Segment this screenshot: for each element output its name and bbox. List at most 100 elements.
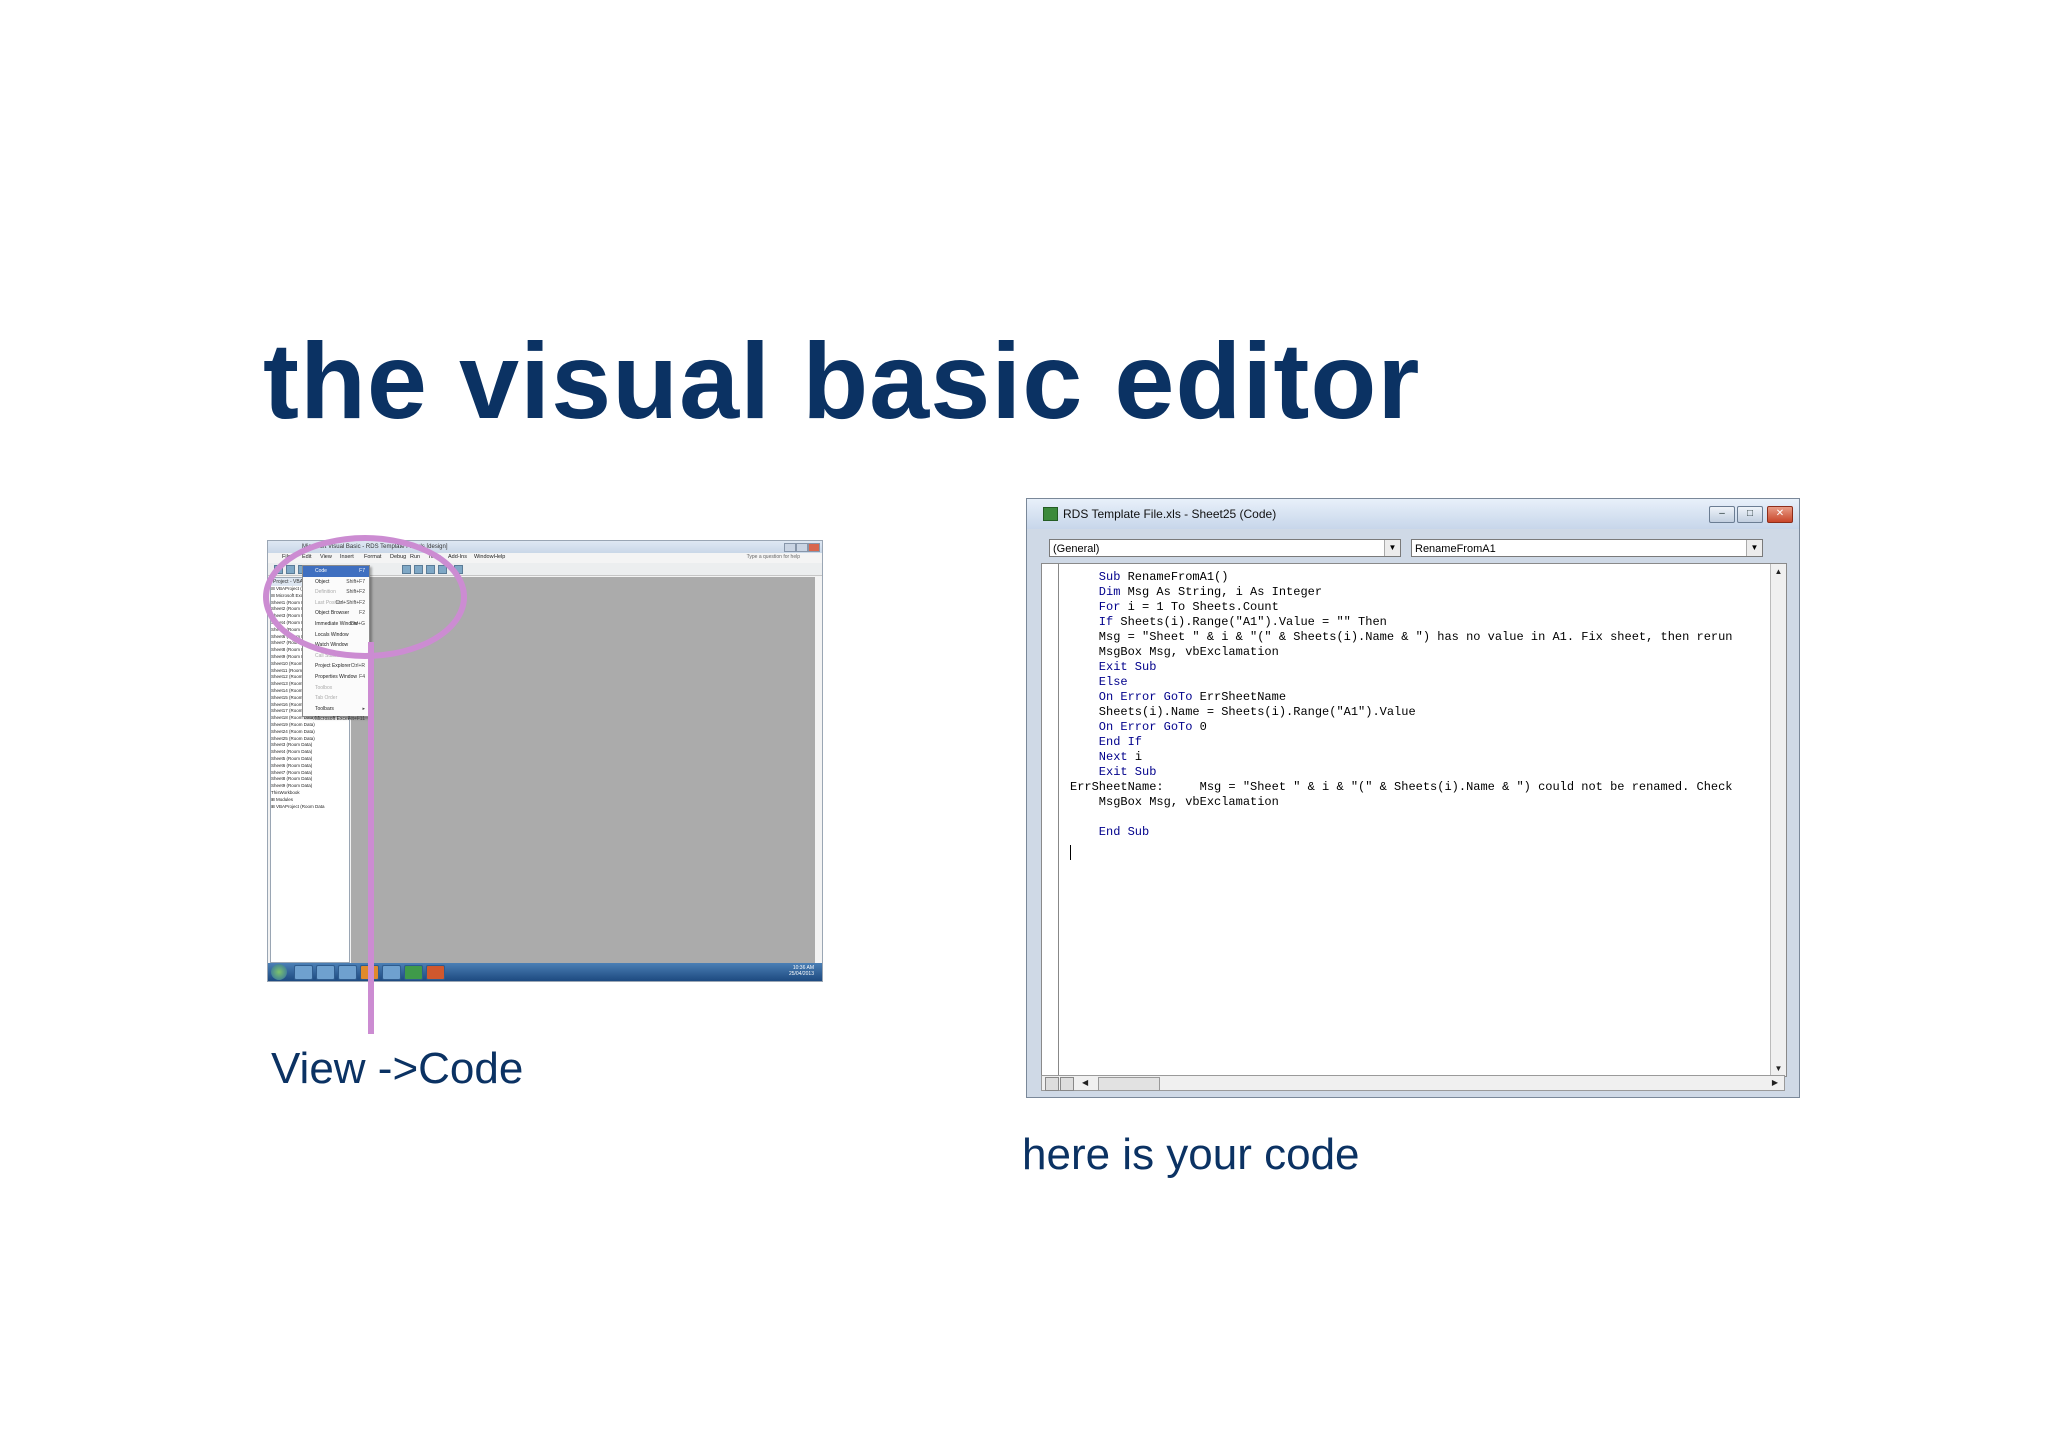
project-tree-item[interactable]: Sheet7 (Room Data) xyxy=(271,770,349,777)
code-line: Exit Sub xyxy=(1070,660,1733,675)
view-menu-item-label: Toolbars xyxy=(315,705,334,712)
code-line: End If xyxy=(1070,735,1733,750)
code-text-run: Sheets(i).Range("A1").Value = "" Then xyxy=(1120,615,1387,629)
vertical-scrollbar[interactable]: ▲ ▼ xyxy=(1770,564,1786,1076)
thumbnail-close-button[interactable] xyxy=(808,543,820,552)
code-line: On Error GoTo ErrSheetName xyxy=(1070,690,1733,705)
thumbnail-menu-item[interactable]: Window xyxy=(474,554,494,560)
view-menu-item[interactable]: Toolbox xyxy=(303,683,369,694)
view-menu-item[interactable]: Toolbars ▸ xyxy=(303,704,369,715)
caption-your-code: here is your code xyxy=(1022,1130,1360,1179)
code-line: Dim Msg As String, i As Integer xyxy=(1070,585,1733,600)
excel-icon xyxy=(1043,507,1058,521)
code-line: MsgBox Msg, vbExclamation xyxy=(1070,795,1733,810)
taskbar-media-icon[interactable] xyxy=(338,965,357,980)
code-keyword: Sub xyxy=(1070,570,1128,584)
thumbnail-menu-item[interactable]: Help xyxy=(494,554,505,560)
procedure-combo[interactable]: RenameFromA1 ▼ xyxy=(1411,539,1763,557)
taskbar-explorer-icon[interactable] xyxy=(316,965,335,980)
chevron-down-icon[interactable]: ▼ xyxy=(1384,540,1400,556)
view-menu-item-shortcut: ▸ xyxy=(362,705,365,712)
project-tree-item[interactable]: Sheet3 (Room Data) xyxy=(271,742,349,749)
horizontal-scroll-thumb[interactable] xyxy=(1098,1077,1160,1091)
windows-taskbar: 10:36 AM 25/04/2013 xyxy=(268,963,822,981)
view-menu-item[interactable]: Project Explorer Ctrl+R xyxy=(303,661,369,672)
code-window-title-bar: RDS Template File.xls - Sheet25 (Code) –… xyxy=(1027,499,1799,529)
view-menu-item[interactable]: Tab Order xyxy=(303,693,369,704)
code-text-run: Sheets(i).Name = Sheets(i).Range("A1").V… xyxy=(1070,705,1416,719)
code-window: RDS Template File.xls - Sheet25 (Code) –… xyxy=(1026,498,1800,1098)
code-text[interactable]: Sub RenameFromA1() Dim Msg As String, i … xyxy=(1070,570,1733,840)
code-line: Exit Sub xyxy=(1070,765,1733,780)
view-menu-item-label: Microsoft Excel xyxy=(315,716,349,723)
full-module-view-icon[interactable] xyxy=(1060,1077,1074,1091)
code-keyword: End If xyxy=(1070,735,1143,749)
code-line: For i = 1 To Sheets.Count xyxy=(1070,600,1733,615)
code-margin xyxy=(1042,564,1059,1076)
project-tree-item[interactable]: ⊞ VBAProject (Room Data xyxy=(271,804,349,811)
code-window-title: RDS Template File.xls - Sheet25 (Code) xyxy=(1063,507,1277,521)
scroll-up-icon[interactable]: ▲ xyxy=(1771,564,1786,579)
code-keyword: Exit Sub xyxy=(1070,660,1157,674)
code-line: Sub RenameFromA1() xyxy=(1070,570,1733,585)
view-menu-item-label: Properties Window xyxy=(315,673,357,680)
code-keyword: Else xyxy=(1070,675,1128,689)
clock-date: 25/04/2013 xyxy=(788,971,814,977)
project-tree-item[interactable]: Sheet25 (Room Data) xyxy=(271,736,349,743)
slide-title: the visual basic editor xyxy=(263,320,1421,441)
taskbar-vbe-icon[interactable] xyxy=(382,965,401,980)
project-tree-item[interactable]: ThisWorkbook xyxy=(271,790,349,797)
code-keyword: On Error GoTo xyxy=(1070,690,1200,704)
code-text-run: i = 1 To Sheets.Count xyxy=(1127,600,1279,614)
code-text-run: i xyxy=(1134,750,1143,764)
procedure-view-icon[interactable] xyxy=(1045,1077,1059,1091)
view-menu-item-label: Project Explorer xyxy=(315,663,351,670)
start-button[interactable] xyxy=(271,964,287,980)
horizontal-scrollbar[interactable]: ◀ ▶ xyxy=(1041,1075,1785,1091)
taskbar-powerpoint-icon[interactable] xyxy=(426,965,445,980)
view-menu-item[interactable]: Properties Window F4 xyxy=(303,672,369,683)
scroll-right-icon[interactable]: ▶ xyxy=(1772,1076,1778,1090)
project-tree-item[interactable]: Sheet8 (Room Data) xyxy=(271,776,349,783)
code-text-run: MsgBox Msg, vbExclamation xyxy=(1070,795,1279,809)
code-keyword: If xyxy=(1070,615,1121,629)
view-menu-item-label: Tab Order xyxy=(315,695,338,702)
code-line: On Error GoTo 0 xyxy=(1070,720,1733,735)
scroll-left-icon[interactable]: ◀ xyxy=(1082,1076,1088,1090)
thumbnail-maximize-button[interactable] xyxy=(796,543,808,552)
taskbar-ie-icon[interactable] xyxy=(294,965,313,980)
thumbnail-menu-item[interactable]: Add-Ins xyxy=(448,554,467,560)
taskbar-excel-icon[interactable] xyxy=(404,965,423,980)
text-caret xyxy=(1070,845,1071,860)
thumbnail-minimize-button[interactable] xyxy=(784,543,796,552)
code-keyword: On Error GoTo xyxy=(1070,720,1200,734)
code-text-run: Msg = "Sheet " & i & "(" & Sheets(i).Nam… xyxy=(1070,630,1733,644)
view-menu-item[interactable]: Microsoft Excel Alt+F11 xyxy=(303,714,369,725)
thumbnail-help-box[interactable]: Type a question for help xyxy=(747,554,800,560)
code-line: Next i xyxy=(1070,750,1733,765)
project-tree-item[interactable]: ⊞ Modules xyxy=(271,797,349,804)
code-text-run: ErrSheetName xyxy=(1199,690,1287,704)
code-text-run: RenameFromA1() xyxy=(1127,570,1229,584)
project-tree-item[interactable]: Sheet6 (Room Data) xyxy=(271,763,349,770)
view-menu-item-shortcut: F4 xyxy=(359,673,365,680)
code-text-run: 0 xyxy=(1199,720,1207,734)
code-editor[interactable]: Sub RenameFromA1() Dim Msg As String, i … xyxy=(1041,563,1787,1077)
code-text-run: MsgBox Msg, vbExclamation xyxy=(1070,645,1279,659)
code-line: Sheets(i).Name = Sheets(i).Range("A1").V… xyxy=(1070,705,1733,720)
code-line: Msg = "Sheet " & i & "(" & Sheets(i).Nam… xyxy=(1070,630,1733,645)
project-tree-item[interactable]: Sheet9 (Room Data) xyxy=(271,783,349,790)
close-button[interactable]: ✕ xyxy=(1767,506,1793,523)
code-text-run: Msg As String, i As Integer xyxy=(1127,585,1323,599)
project-tree-item[interactable]: Sheet24 (Room Data) xyxy=(271,729,349,736)
scroll-down-icon[interactable]: ▼ xyxy=(1771,1061,1786,1076)
object-combo[interactable]: (General) ▼ xyxy=(1049,539,1401,557)
maximize-button[interactable]: □ xyxy=(1737,506,1763,523)
code-keyword: Exit Sub xyxy=(1070,765,1157,779)
project-tree-item[interactable]: Sheet4 (Room Data) xyxy=(271,749,349,756)
chevron-down-icon[interactable]: ▼ xyxy=(1746,540,1762,556)
object-combo-value: (General) xyxy=(1053,543,1100,555)
minimize-button[interactable]: – xyxy=(1709,506,1735,523)
project-tree-item[interactable]: Sheet5 (Room Data) xyxy=(271,756,349,763)
